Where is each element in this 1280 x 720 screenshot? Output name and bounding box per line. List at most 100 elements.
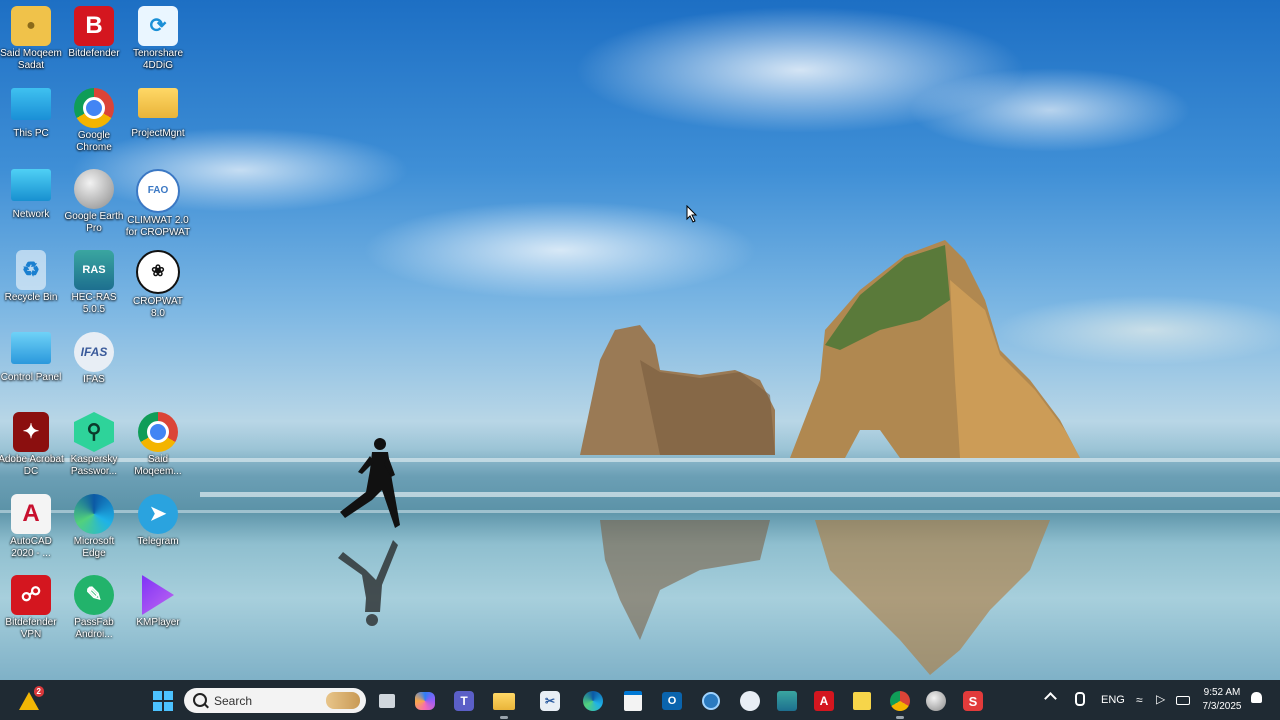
ifas-icon: IFAS bbox=[74, 332, 114, 372]
widgets-button[interactable]: 2 bbox=[16, 686, 44, 714]
sticky-notes-button[interactable] bbox=[849, 688, 875, 714]
search-input[interactable] bbox=[212, 691, 316, 711]
file-explorer-button[interactable] bbox=[491, 688, 517, 719]
desktop-icon-label: Telegram bbox=[137, 536, 179, 547]
edge-taskbar-button[interactable] bbox=[580, 688, 606, 714]
network-icon bbox=[11, 169, 51, 201]
hec-ras-taskbar-button[interactable] bbox=[774, 688, 800, 714]
copilot-button[interactable] bbox=[412, 688, 438, 714]
widgets-badge: 2 bbox=[33, 686, 44, 697]
chrome-icon bbox=[74, 88, 114, 128]
clock-date: 7/3/2025 bbox=[1202, 701, 1242, 712]
desktop-icon-climwat[interactable]: FAO CLIMWAT 2.0 for CROPWAT bbox=[125, 169, 191, 239]
desktop-icon-label: CROPWAT 8.0 bbox=[133, 296, 183, 319]
folder-icon bbox=[493, 692, 515, 710]
desktop-icon-label: CLIMWAT 2.0 for CROPWAT bbox=[125, 215, 191, 238]
acrobat-taskbar-button[interactable]: A bbox=[811, 688, 837, 714]
volume-icon[interactable]: ▷ bbox=[1156, 692, 1165, 706]
desktop-icon-label: KMPlayer bbox=[136, 617, 180, 628]
desktop-icon-label: Bitdefender bbox=[68, 48, 120, 59]
cropwat-icon: ❀ bbox=[136, 250, 180, 294]
desktop-icon-kaspersky[interactable]: ⚲ Kaspersky Passwor... bbox=[61, 412, 127, 478]
desktop-icon-label: Network bbox=[12, 209, 50, 220]
search-app-button[interactable] bbox=[698, 688, 724, 714]
fao-app-button[interactable] bbox=[737, 688, 763, 714]
notifications-bell-icon[interactable] bbox=[1251, 692, 1262, 703]
monitor-icon bbox=[11, 88, 51, 120]
store-button[interactable] bbox=[620, 688, 646, 714]
desktop-icon-autocad[interactable]: A AutoCAD 2020 - ... bbox=[0, 494, 64, 560]
start-button[interactable] bbox=[150, 688, 176, 714]
task-view-icon bbox=[379, 694, 395, 708]
wifi-icon[interactable]: ≈ bbox=[1136, 693, 1143, 707]
fao-logo-icon: FAO bbox=[136, 169, 180, 213]
desktop-icon-label: ProjectMgnt bbox=[131, 128, 185, 139]
desktop-icon-label: Recycle Bin bbox=[4, 292, 58, 303]
desktop-icon-passfab[interactable]: ✎ PassFab Androi... bbox=[61, 575, 127, 641]
desktop-icon-google-earth[interactable]: Google Earth Pro bbox=[61, 169, 127, 235]
desktop-icon-telegram[interactable]: ➤ Telegram bbox=[125, 494, 191, 548]
desktop-icon-label: This PC bbox=[13, 128, 49, 139]
desktop-icon-label: Tenorshare 4DDiG bbox=[132, 48, 184, 71]
user-folder-icon: ● bbox=[11, 6, 51, 46]
wps-button[interactable]: S bbox=[960, 688, 986, 714]
desktop-icon-user-folder[interactable]: ● Said Moqeem Sadat bbox=[0, 6, 64, 72]
desktop-icon-label: Adobe Acrobat DC bbox=[0, 454, 64, 477]
desktop-icon-control-panel[interactable]: Control Panel bbox=[0, 332, 64, 384]
desktop-wallpaper bbox=[0, 0, 1280, 680]
desktop-icon-label: Said Moqeem... bbox=[134, 454, 182, 477]
desktop-icon-ifas[interactable]: IFAS IFAS bbox=[61, 332, 127, 386]
runner-reflection bbox=[338, 540, 398, 626]
running-indicator bbox=[896, 716, 904, 719]
desktop-icon-label: PassFab Androi... bbox=[74, 617, 114, 640]
big-rock-reflection bbox=[815, 520, 1050, 675]
desktop-icon-bitdefender-vpn[interactable]: ☍ Bitdefender VPN bbox=[0, 575, 64, 641]
outlook-button[interactable]: O bbox=[659, 688, 685, 714]
desktop-icon-label: Microsoft Edge bbox=[73, 536, 115, 559]
desktop-icon-this-pc[interactable]: This PC bbox=[0, 88, 64, 140]
wallpaper-scene bbox=[0, 240, 1280, 675]
tenorshare-icon: ⟳ bbox=[138, 6, 178, 46]
task-view-button[interactable] bbox=[374, 688, 400, 714]
fao-logo-icon bbox=[740, 691, 760, 711]
desktop-icon-label: Bitdefender VPN bbox=[5, 617, 57, 640]
desktop-icon-tenorshare[interactable]: ⟳ Tenorshare 4DDiG bbox=[125, 6, 191, 72]
taskbar-clock[interactable]: 9:52 AM 7/3/2025 bbox=[1198, 686, 1246, 714]
desktop-icon-label: IFAS bbox=[83, 374, 105, 385]
desktop-icon-hec-ras[interactable]: RAS HEC-RAS 5.0.5 bbox=[61, 250, 127, 316]
google-earth-icon bbox=[74, 169, 114, 209]
desktop-icon-projectmgnt[interactable]: ProjectMgnt bbox=[125, 88, 191, 140]
microphone-icon[interactable] bbox=[1075, 692, 1085, 706]
bitdefender-vpn-icon: ☍ bbox=[11, 575, 51, 615]
desktop-icon-bitdefender[interactable]: B Bitdefender bbox=[61, 6, 127, 60]
passfab-icon: ✎ bbox=[74, 575, 114, 615]
kaspersky-key-icon: ⚲ bbox=[74, 412, 114, 452]
runner-silhouette bbox=[340, 438, 400, 528]
bitdefender-icon: B bbox=[74, 6, 114, 46]
desktop-icon-google-chrome[interactable]: Google Chrome bbox=[61, 88, 127, 154]
desktop-icon-chrome-profile[interactable]: Said Moqeem... bbox=[125, 412, 191, 478]
chrome-taskbar-button[interactable] bbox=[887, 688, 913, 719]
windows-logo-icon bbox=[153, 691, 173, 711]
desktop-icon-label: Google Earth Pro bbox=[64, 211, 124, 234]
desktop-icon-recycle-bin[interactable]: ♻ Recycle Bin bbox=[0, 250, 64, 304]
desktop-icon-acrobat[interactable]: ✦ Adobe Acrobat DC bbox=[0, 412, 64, 478]
snipping-tool-button[interactable]: ✂ bbox=[537, 688, 563, 714]
hec-ras-icon: RAS bbox=[74, 250, 114, 290]
desktop-icon-label: AutoCAD 2020 - ... bbox=[10, 536, 52, 559]
taskbar-search[interactable] bbox=[184, 688, 366, 713]
clock-time: 9:52 AM bbox=[1203, 687, 1241, 698]
desktop-icon-microsoft-edge[interactable]: Microsoft Edge bbox=[61, 494, 127, 560]
magnifier-icon bbox=[702, 692, 720, 710]
language-indicator[interactable]: ENG bbox=[1101, 694, 1125, 706]
acrobat-icon: ✦ bbox=[13, 412, 49, 452]
desktop-icon-cropwat[interactable]: ❀ CROPWAT 8.0 bbox=[125, 250, 191, 320]
small-rock-reflection bbox=[600, 520, 770, 640]
teams-icon: T bbox=[454, 691, 474, 711]
battery-icon[interactable] bbox=[1176, 696, 1190, 705]
desktop-icon-network[interactable]: Network bbox=[0, 169, 64, 221]
desktop-icon-kmplayer[interactable]: KMPlayer bbox=[125, 575, 191, 629]
google-earth-taskbar-button[interactable] bbox=[923, 688, 949, 714]
google-earth-icon bbox=[926, 691, 946, 711]
teams-button[interactable]: T bbox=[451, 688, 477, 714]
